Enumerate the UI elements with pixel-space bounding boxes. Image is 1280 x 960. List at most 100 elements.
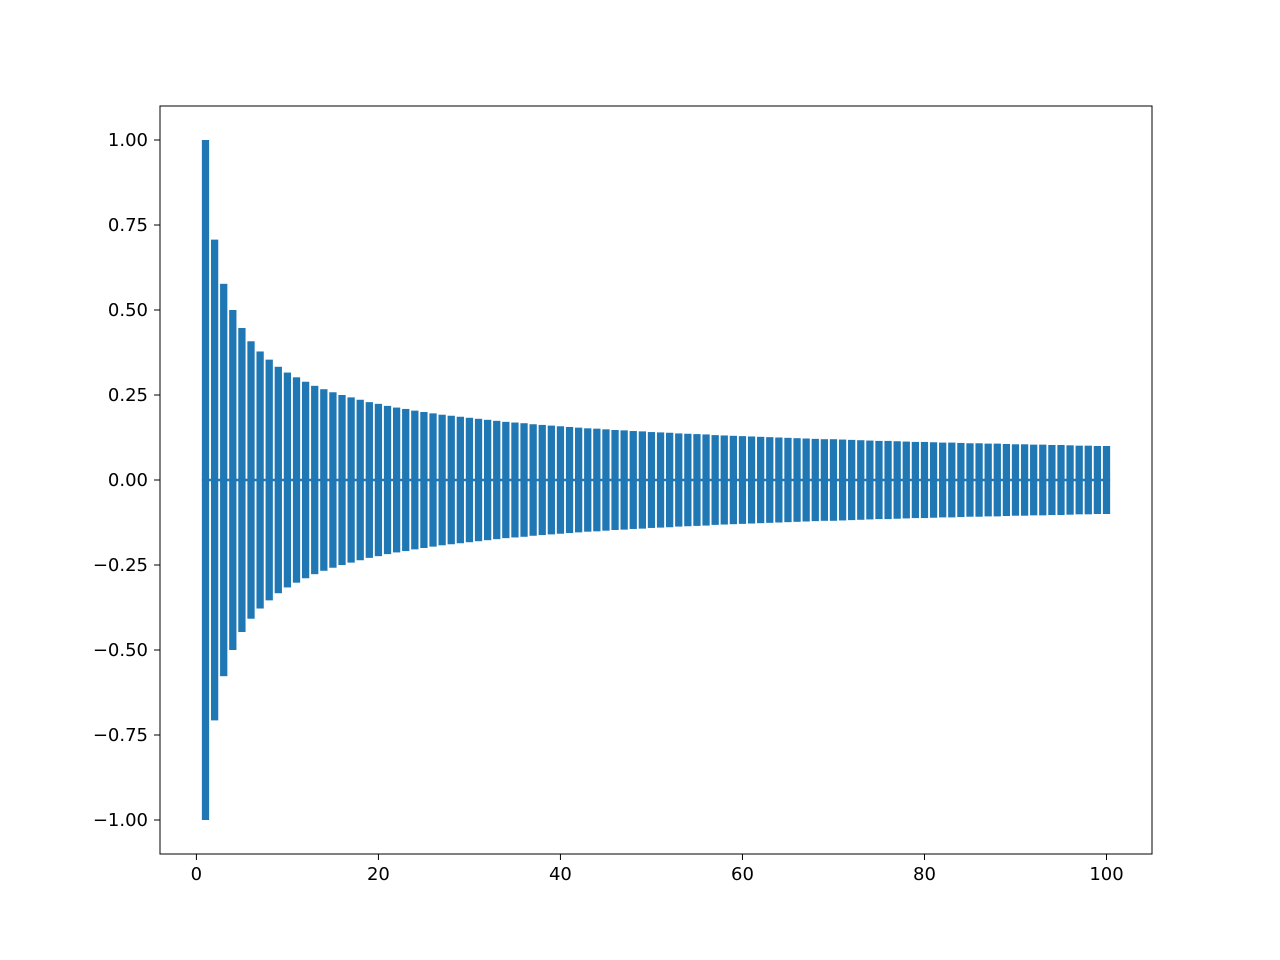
bar-upper — [457, 417, 464, 480]
bar-upper — [402, 409, 409, 480]
bar-upper — [293, 377, 300, 480]
bar-upper — [693, 434, 700, 480]
bar-lower — [338, 480, 345, 565]
bar-lower — [366, 480, 373, 558]
y-tick-label: 0.25 — [108, 385, 148, 406]
bar-upper — [211, 240, 218, 480]
y-tick-label: −0.25 — [93, 555, 148, 576]
bar-lower — [1085, 480, 1092, 514]
bar-upper — [812, 439, 819, 480]
bar-upper — [575, 428, 582, 480]
y-ticks: −1.00−0.75−0.50−0.250.000.250.500.751.00 — [93, 130, 160, 831]
bar-lower — [384, 480, 391, 554]
bar-lower — [220, 480, 227, 676]
bar-lower — [903, 480, 910, 518]
y-tick-label: −1.00 — [93, 810, 148, 831]
bar-upper — [894, 441, 901, 480]
bar-lower — [266, 480, 273, 600]
bar-upper — [821, 439, 828, 480]
bar-upper — [602, 429, 609, 480]
bar-lower — [357, 480, 364, 560]
bar-upper — [784, 438, 791, 480]
bar-lower — [302, 480, 309, 578]
bar-lower — [975, 480, 982, 517]
bar-upper — [1103, 446, 1110, 480]
bar-lower — [602, 480, 609, 531]
bar-upper — [411, 411, 418, 480]
bar-upper — [666, 433, 673, 480]
bar-upper — [884, 441, 891, 480]
bar-lower — [693, 480, 700, 526]
bar-lower — [284, 480, 291, 587]
bar-lower — [939, 480, 946, 517]
bar-upper — [930, 442, 937, 480]
bar-upper — [1057, 445, 1064, 480]
bar-upper — [1030, 445, 1037, 480]
x-tick-label: 20 — [367, 864, 390, 885]
y-tick-label: 1.00 — [108, 130, 148, 151]
bar-lower — [256, 480, 263, 609]
bar-lower — [1076, 480, 1083, 514]
bar-lower — [275, 480, 282, 593]
bar-upper — [611, 430, 618, 480]
bar-upper — [520, 423, 527, 480]
bar-upper — [1039, 445, 1046, 480]
bar-upper — [975, 443, 982, 480]
bar-upper — [329, 392, 336, 480]
bar-upper — [675, 433, 682, 480]
bar-upper — [966, 443, 973, 480]
bar-upper — [429, 413, 436, 480]
bar-upper — [502, 422, 509, 480]
bar-upper — [684, 434, 691, 480]
x-tick-label: 100 — [1089, 864, 1123, 885]
bar-lower — [748, 480, 755, 524]
bar-upper — [903, 442, 910, 480]
bar-lower — [457, 480, 464, 543]
bar-upper — [493, 421, 500, 480]
y-tick-label: 0.00 — [108, 470, 148, 491]
bar-lower — [466, 480, 473, 542]
bar-lower — [730, 480, 737, 524]
bar-upper — [1003, 444, 1010, 480]
bar-lower — [1012, 480, 1019, 516]
bar-lower — [393, 480, 400, 552]
bar-upper — [530, 424, 537, 480]
bar-lower — [557, 480, 564, 534]
bar-upper — [702, 434, 709, 480]
bar-lower — [329, 480, 336, 568]
bar-upper — [712, 435, 719, 480]
bar-lower — [775, 480, 782, 523]
bar-lower — [566, 480, 573, 533]
bar-lower — [511, 480, 518, 537]
bar-lower — [812, 480, 819, 521]
bar-lower — [1066, 480, 1073, 515]
bar-lower — [593, 480, 600, 531]
bar-upper — [775, 438, 782, 481]
bar-lower — [1003, 480, 1010, 516]
bar-upper — [548, 426, 555, 480]
bar-upper — [621, 430, 628, 480]
bar-lower — [484, 480, 491, 540]
bar-upper — [366, 402, 373, 480]
bar-upper — [347, 397, 354, 480]
bar-upper — [648, 432, 655, 480]
bar-upper — [238, 328, 245, 480]
bar-lower — [766, 480, 773, 523]
bar-lower — [247, 480, 254, 619]
bar-lower — [875, 480, 882, 519]
bar-lower — [429, 480, 436, 547]
bar-lower — [803, 480, 810, 521]
bar-upper — [630, 431, 637, 480]
bar-upper — [830, 439, 837, 480]
bar-upper — [566, 427, 573, 480]
bar-lower — [1021, 480, 1028, 516]
bar-upper — [866, 441, 873, 480]
bar-upper — [639, 431, 646, 480]
bar-lower — [347, 480, 354, 563]
bar-upper — [1021, 444, 1028, 480]
bar-lower — [884, 480, 891, 519]
bar-upper — [1076, 446, 1083, 480]
bar-upper — [766, 437, 773, 480]
bar-lower — [757, 480, 764, 523]
bar-upper — [448, 416, 455, 480]
